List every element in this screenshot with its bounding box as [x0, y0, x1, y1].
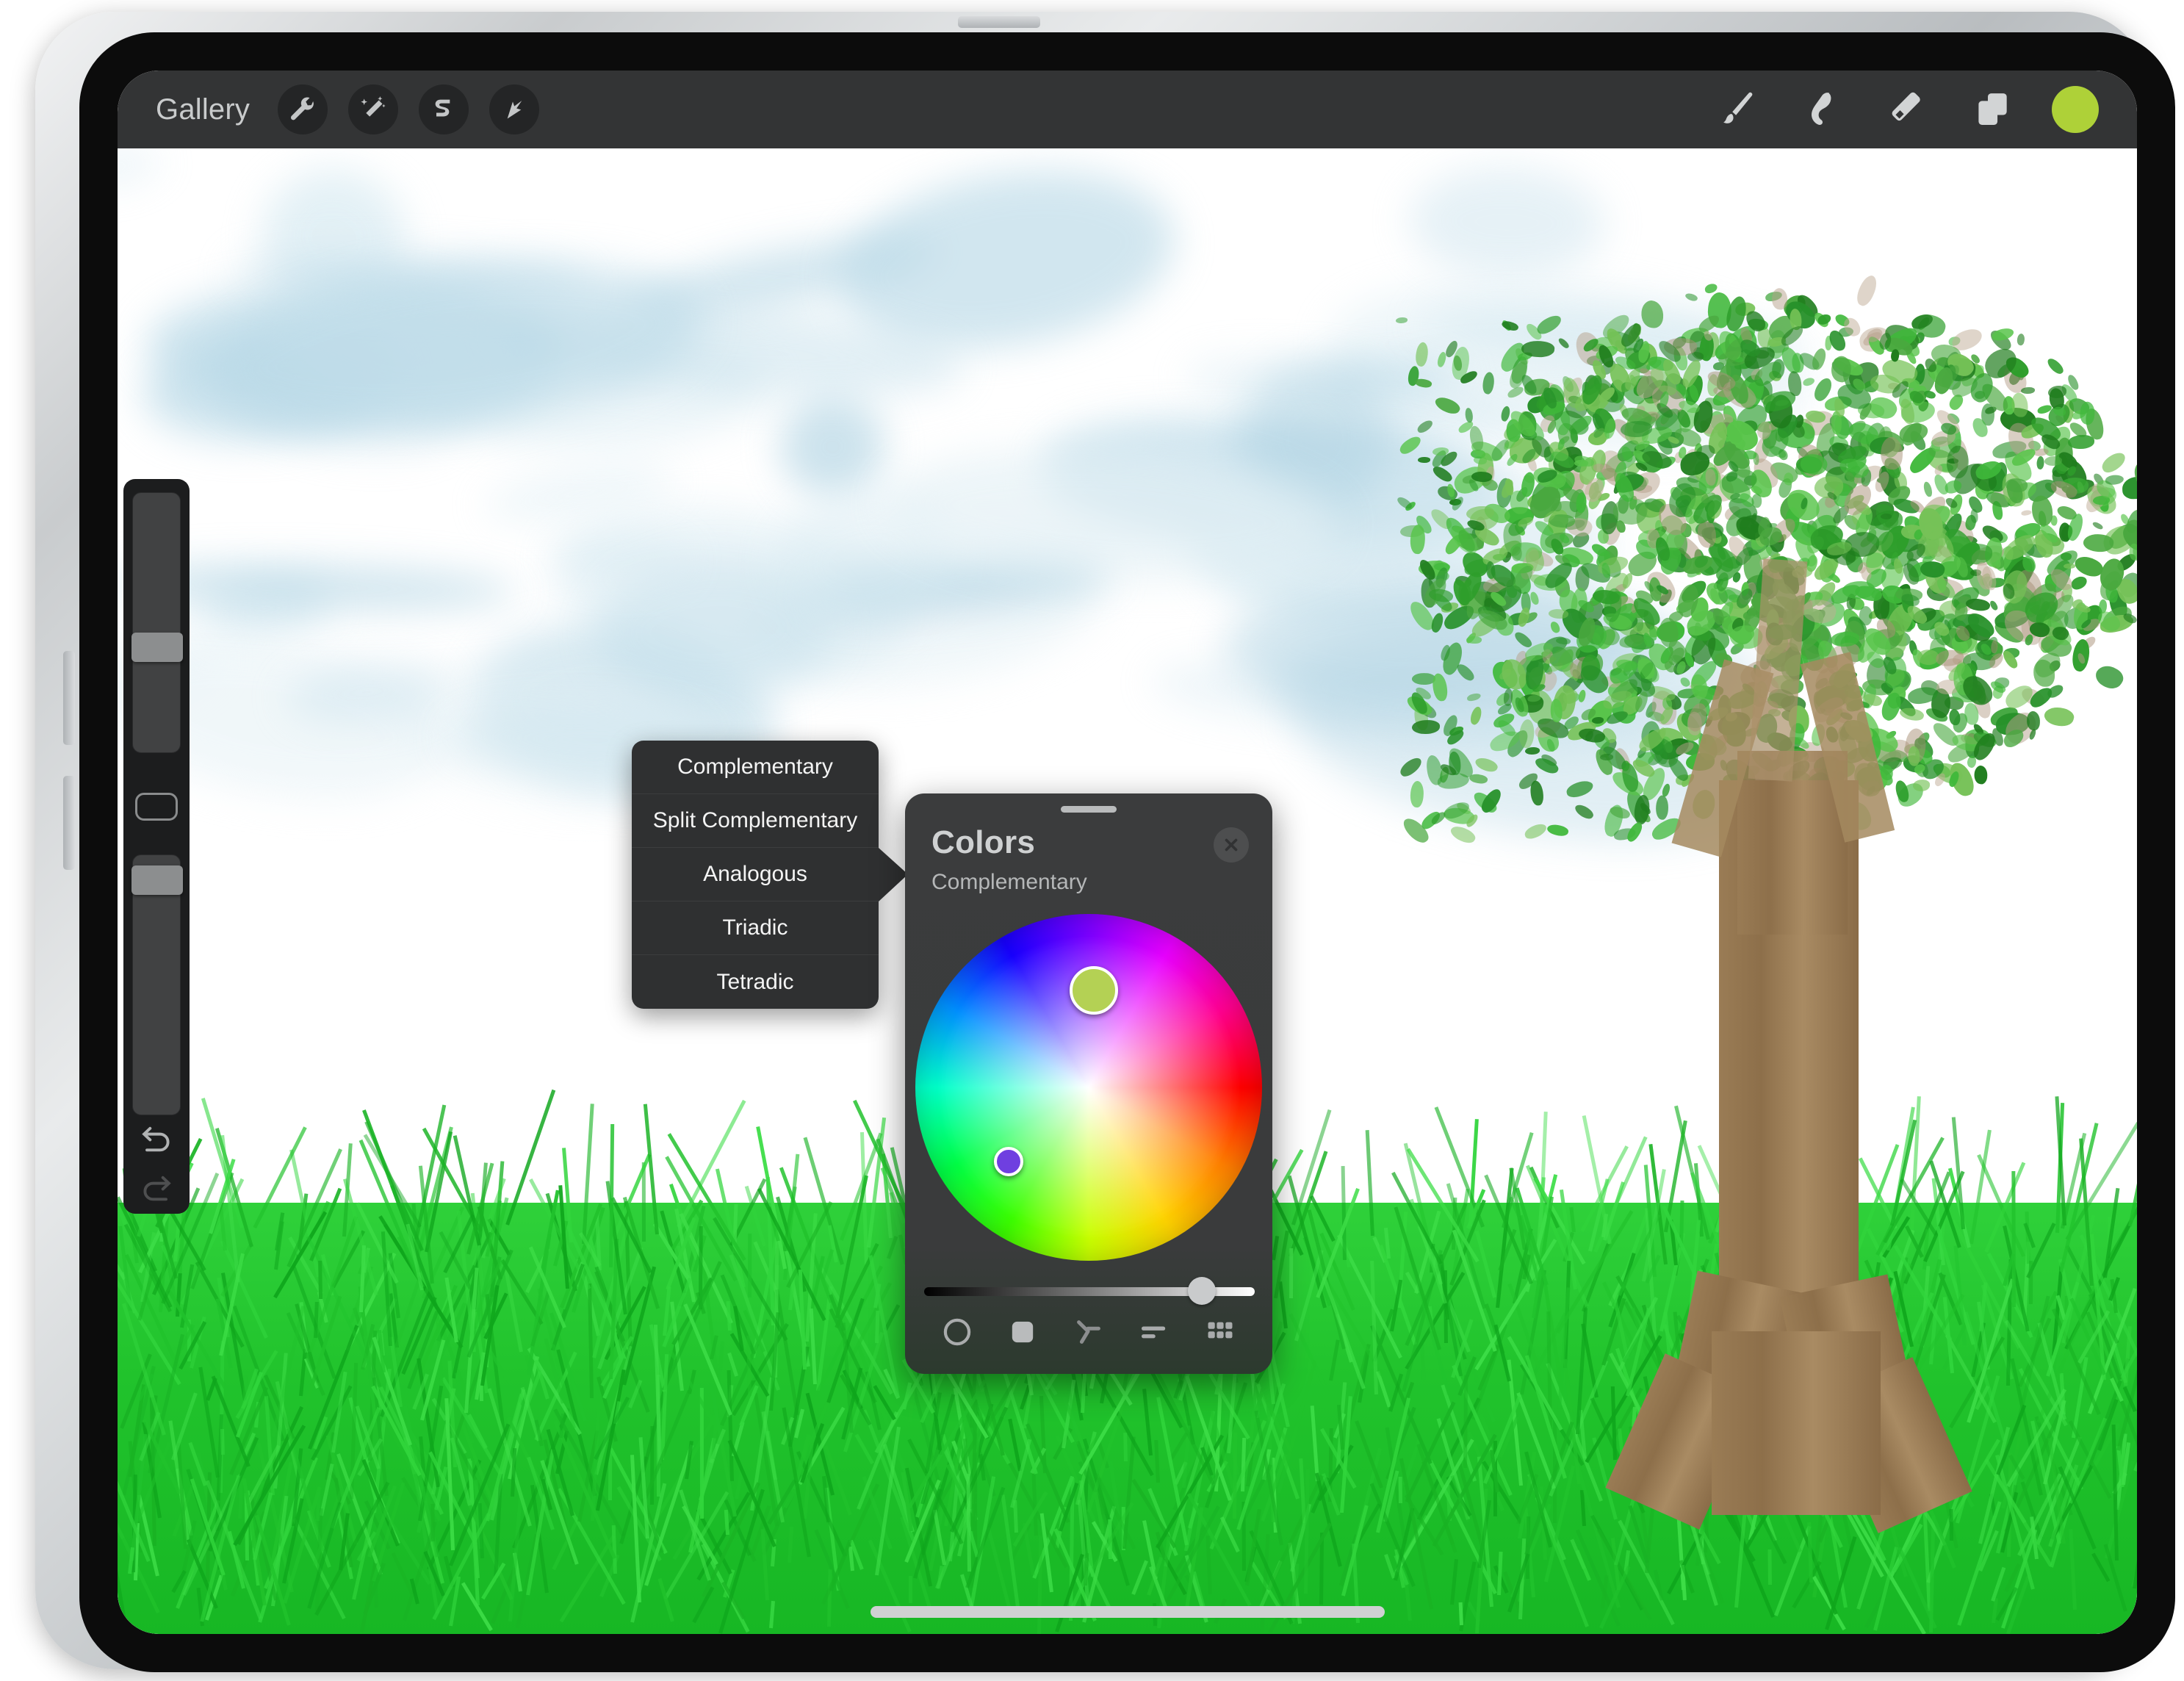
panel-drag-handle[interactable] [1061, 806, 1117, 813]
undo-button[interactable] [131, 1115, 182, 1165]
harmony-menu-item-label: Complementary [677, 755, 833, 779]
close-icon[interactable] [1214, 827, 1249, 863]
harmony-dropdown-menu[interactable]: Complementary Split Complementary Analogou… [632, 741, 908, 1009]
grass-blade [220, 1429, 226, 1455]
grass-blade [2011, 1170, 2016, 1307]
layers-icon[interactable] [1967, 83, 2019, 136]
tree-leaf [1912, 778, 1931, 791]
brush-opacity-knob[interactable] [131, 865, 183, 896]
harmony-menu-item-complementary[interactable]: Complementary [632, 741, 879, 794]
toolbar-right-group [1711, 83, 2137, 136]
grass-blade [909, 1575, 913, 1603]
colors-panel[interactable]: Colors Complementary [905, 793, 1272, 1374]
colors-panel-tabs [905, 1309, 1272, 1355]
grass-blade [1289, 1248, 1293, 1299]
ipad-screen: Gallery Complementary Split Complementar… [118, 71, 2137, 1634]
volume-up-button[interactable] [63, 651, 75, 745]
palettes-tab[interactable] [1197, 1309, 1243, 1355]
smudge-icon[interactable] [1796, 83, 1849, 136]
actions-wrench-icon[interactable] [278, 84, 328, 134]
eraser-icon[interactable] [1881, 83, 1934, 136]
harmony-menu-item-triadic[interactable]: Triadic [632, 901, 879, 955]
paint-brush-icon[interactable] [1711, 83, 1764, 136]
disc-tab[interactable] [934, 1309, 980, 1355]
value-tab[interactable] [1132, 1309, 1178, 1355]
screenshot-root: Gallery Complementary Split Complementar… [0, 0, 2184, 1681]
ipad-device-frame: Gallery Complementary Split Complementar… [35, 12, 2175, 1672]
brush-size-slider[interactable] [131, 492, 183, 753]
redo-button[interactable] [131, 1165, 182, 1214]
grass-blade [747, 1234, 752, 1298]
primary-color-marker[interactable] [1070, 965, 1119, 1015]
tree-leaf-scatter [1621, 420, 1653, 437]
grass-blade [318, 1260, 323, 1299]
harmony-menu-item-analogous[interactable]: Analogous [632, 848, 908, 901]
grass-blade [430, 1503, 435, 1541]
brightness-slider[interactable] [924, 1277, 1255, 1305]
harmony-menu-item-label: Tetradic [716, 969, 794, 994]
grass-blade [2028, 1261, 2033, 1305]
sky-stroke [1407, 165, 1607, 280]
tree-leaf [2067, 434, 2094, 450]
active-color-swatch[interactable] [2052, 86, 2099, 133]
panel-subtitle: Complementary [931, 870, 1087, 894]
sky-stroke [778, 395, 888, 500]
harmony-menu-item-label: Analogous [703, 862, 807, 886]
gallery-button[interactable]: Gallery [148, 93, 257, 126]
brush-opacity-slider[interactable] [131, 854, 183, 1115]
grass-blade [656, 1374, 661, 1497]
brush-size-knob[interactable] [131, 633, 183, 663]
adjustments-wand-icon[interactable] [348, 84, 399, 134]
tree-leaf [1704, 468, 1716, 486]
color-wheel[interactable] [915, 914, 1262, 1261]
harmony-menu-item-tetradic[interactable]: Tetradic [632, 955, 879, 1009]
panel-title: Colors [931, 824, 1036, 860]
brightness-slider-knob[interactable] [1188, 1277, 1216, 1305]
tree-trunk-stroke [1712, 1331, 1881, 1515]
toolbar-left-group: Gallery [118, 84, 540, 134]
modify-button[interactable] [135, 792, 178, 821]
tree-leaf [2129, 544, 2137, 561]
harmony-menu-item-split-complementary[interactable]: Split Complementary [632, 794, 879, 848]
grass-blade [874, 1310, 880, 1344]
grass-blade [1767, 1549, 1772, 1585]
harmony-tab[interactable] [1066, 1309, 1111, 1355]
harmony-menu-item-label: Split Complementary [652, 808, 858, 832]
left-sidebar [123, 479, 190, 1214]
sky-stroke [118, 148, 165, 193]
power-button[interactable] [958, 16, 1040, 28]
grass-blade [1398, 1477, 1402, 1504]
grass-blade [1948, 1508, 1953, 1541]
volume-down-button[interactable] [63, 776, 75, 870]
home-indicator[interactable] [870, 1606, 1385, 1618]
top-toolbar: Gallery [118, 71, 2137, 148]
grass-blade [650, 1426, 655, 1505]
classic-tab[interactable] [1000, 1309, 1045, 1355]
selection-s-icon[interactable] [419, 84, 469, 134]
harmony-menu-item-label: Triadic [722, 915, 788, 940]
transform-arrow-icon[interactable] [489, 84, 540, 134]
tree-leaf-scatter [1486, 561, 1496, 580]
tree-leaf [2011, 392, 2028, 417]
secondary-color-marker[interactable] [994, 1147, 1024, 1177]
